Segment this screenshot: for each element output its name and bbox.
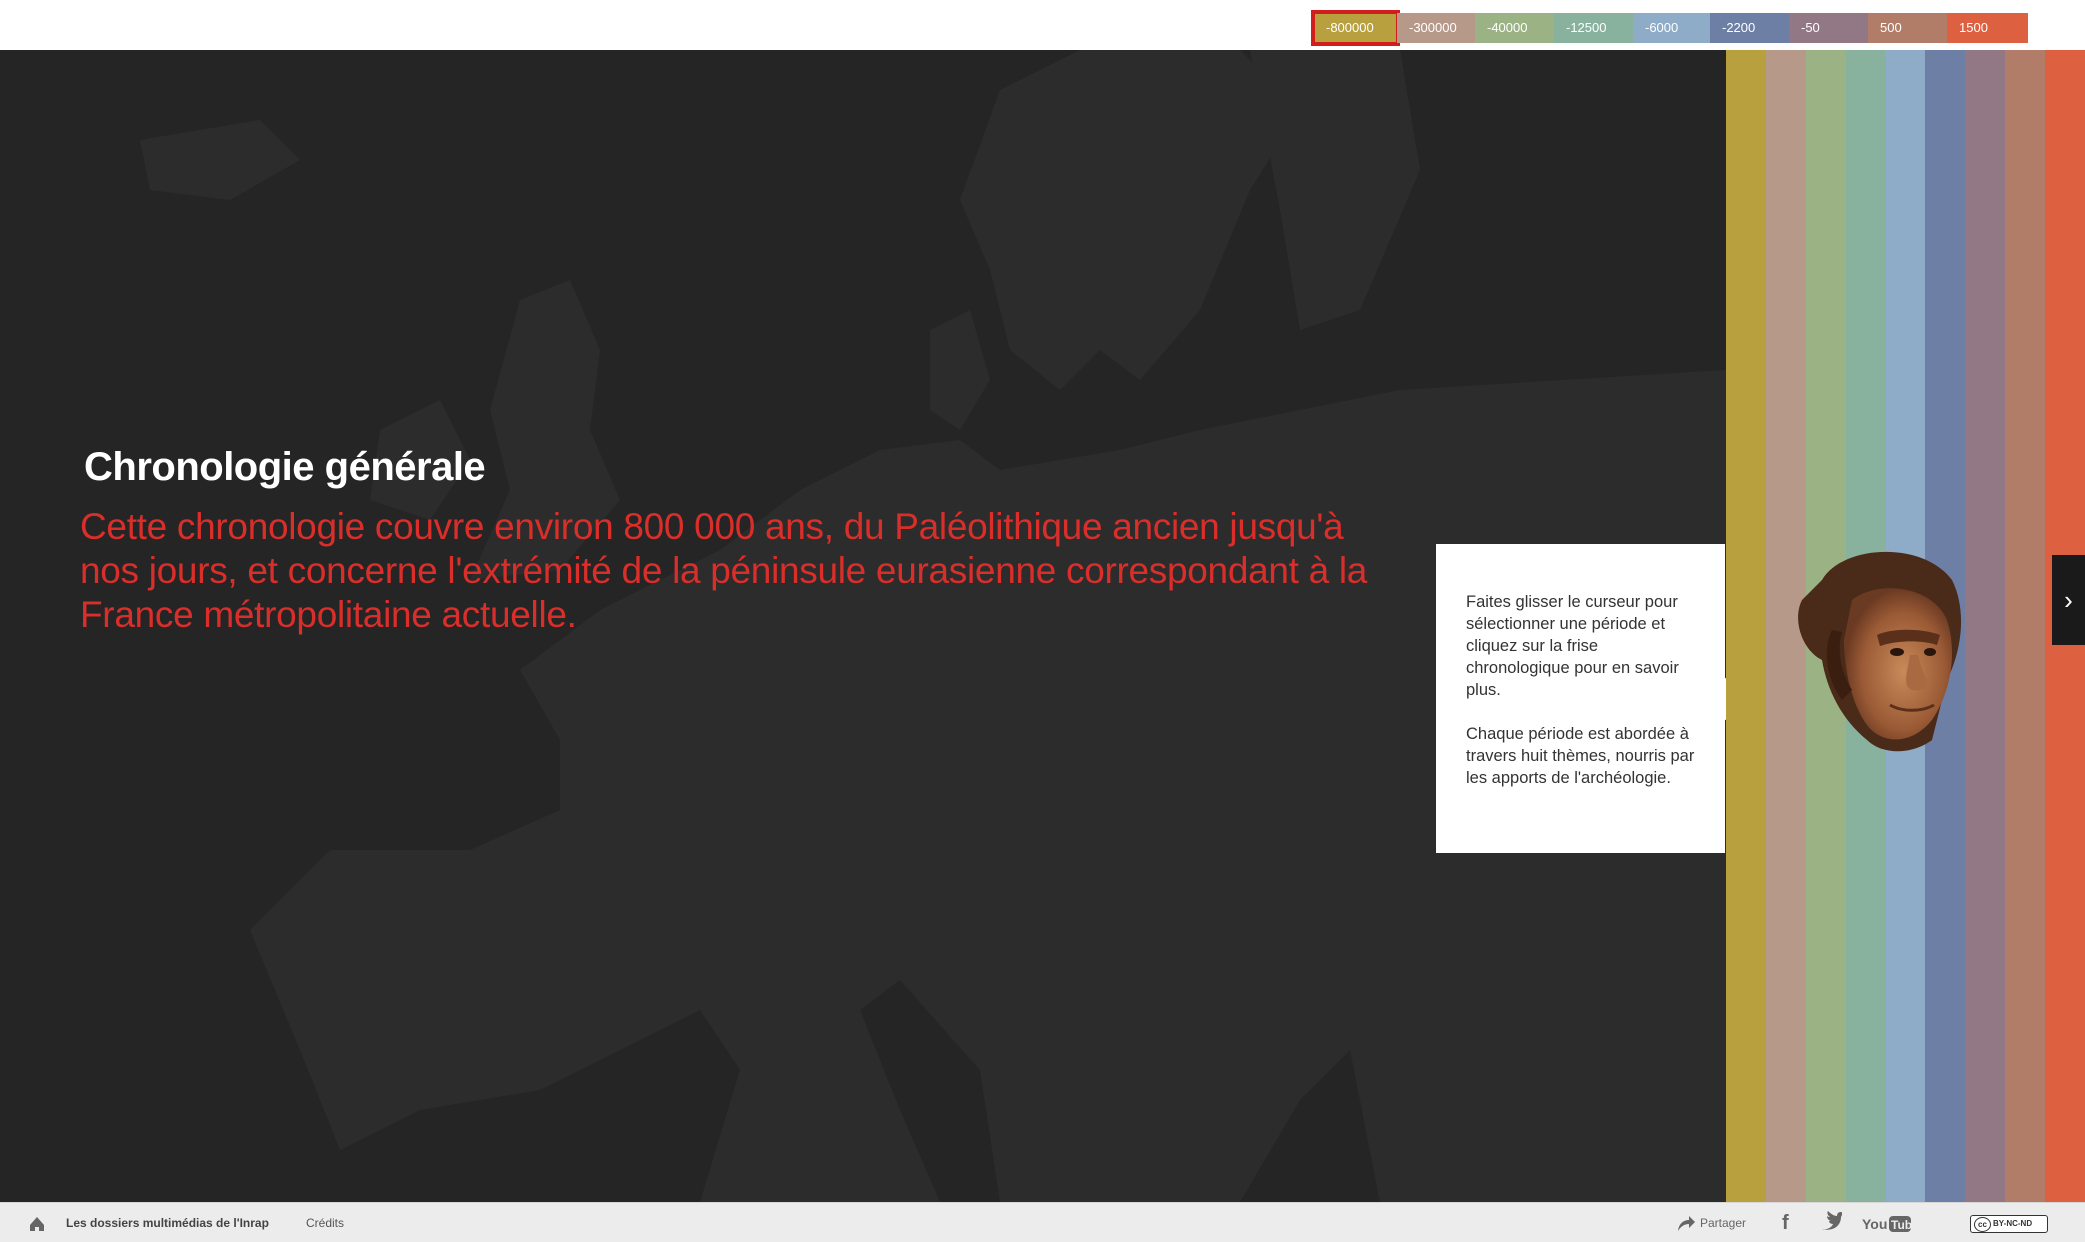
timeline-tab[interactable]: -800000 [1311, 10, 1400, 46]
period-stripe[interactable] [2005, 50, 2046, 1202]
share-icon[interactable] [1676, 1203, 1696, 1242]
timeline-tab[interactable]: -12500 [1554, 13, 1633, 43]
page-title: Chronologie générale [84, 445, 486, 489]
footer-brand-link[interactable]: Les dossiers multimédias de l'Inrap [66, 1203, 269, 1242]
intro-text: Cette chronologie couvre environ 800 000… [80, 506, 1368, 635]
home-icon[interactable] [28, 1203, 46, 1242]
timeline-tab[interactable]: -50 [1789, 13, 1868, 43]
period-stripe[interactable] [1726, 50, 1766, 1202]
timeline-tab[interactable]: 1500 [1947, 13, 2028, 43]
chevron-right-icon: › [2064, 585, 2073, 615]
credits-link[interactable]: Crédits [306, 1203, 344, 1242]
svg-text:You: You [1862, 1216, 1887, 1232]
next-button[interactable]: › [2052, 555, 2085, 645]
hominid-head-illustration [1798, 551, 1962, 752]
instruction-tooltip: Faites glisser le curseur pour sélection… [1436, 544, 1725, 853]
timeline-tab[interactable]: -2200 [1710, 13, 1789, 43]
facebook-icon[interactable]: f [1782, 1203, 1789, 1242]
timeline-tab[interactable]: -300000 [1397, 13, 1475, 43]
share-label[interactable]: Partager [1700, 1203, 1746, 1242]
footer: Les dossiers multimédias de l'Inrap Créd… [0, 1202, 2085, 1242]
map-background: Chronologie générale Cette chronologie c… [0, 50, 1726, 1202]
period-stripe[interactable] [1965, 50, 2006, 1202]
license-label: BY-NC-ND [1970, 1214, 2048, 1233]
twitter-icon[interactable] [1820, 1203, 1843, 1242]
svg-text:Tube: Tube [1891, 1218, 1912, 1232]
timeline-selector[interactable]: -800000 -300000 -40000 -12500 -6000 -2200 -50 5… [1311, 10, 2039, 46]
timeline-tab[interactable]: 500 [1868, 13, 1947, 43]
license-badge[interactable]: BY-NC-ND [1970, 1203, 2048, 1242]
youtube-icon[interactable]: You Tube [1862, 1203, 1912, 1242]
top-bar: -800000 -300000 -40000 -12500 -6000 -2200 -50 5… [0, 0, 2085, 50]
timeline-tab[interactable]: -6000 [1633, 13, 1710, 43]
timeline-tab[interactable]: -40000 [1475, 13, 1554, 43]
instruction-text-secondary: Chaque période est abordée à travers hui… [1466, 725, 1695, 787]
instruction-text: Faites glisser le curseur pour sélection… [1466, 593, 1679, 699]
